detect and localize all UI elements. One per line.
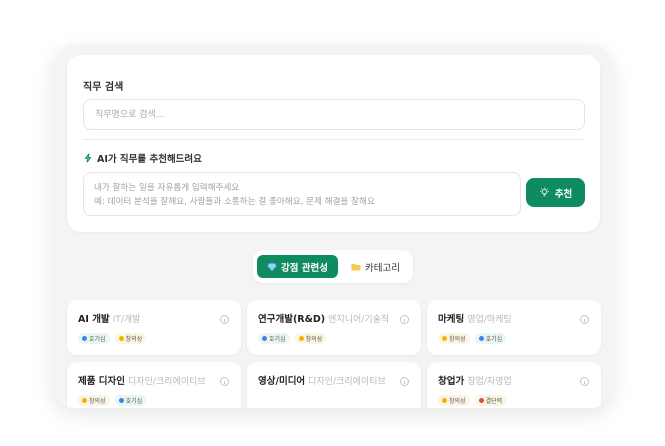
job-header: 연구개발(R&D) 엔지니어/기술직 [258, 313, 397, 327]
lightbulb-icon [82, 398, 87, 403]
ai-title: AI가 직무를 추천해드려요 [83, 151, 202, 165]
job-card-entrepreneur[interactable]: 창업가 창업/자영업 창의성 결단력 [427, 362, 601, 408]
lightbulb-icon [298, 336, 304, 341]
tab-category-label: 카테고리 [365, 262, 400, 274]
tag-creativity: 창의성 [78, 395, 110, 406]
tab-strength-label: 강점 관련성 [280, 262, 328, 274]
job-category: 창업/자영업 [467, 377, 512, 387]
job-category: 영업/마케팅 [467, 315, 512, 325]
lightbulb-icon [118, 336, 124, 341]
job-header: 창업가 창업/자영업 [438, 375, 577, 389]
tag-creativity: 창의성 [114, 333, 147, 344]
tag-curiosity: 호기심 [474, 333, 507, 344]
search-title: 직무 검색 [83, 82, 124, 93]
job-card-rnd[interactable]: 연구개발(R&D) 엔지니어/기술직 호기심 창의성 [247, 300, 421, 355]
recommend-label: 추천 [554, 188, 573, 200]
tag-decisiveness: 결단력 [474, 395, 507, 406]
lightbulb-icon [442, 398, 447, 403]
tag-creativity: 창의성 [438, 395, 470, 406]
tag-curiosity: 호기심 [78, 333, 110, 344]
strength-tags: 창의성 호기심 [438, 333, 507, 344]
folder-icon [351, 263, 361, 270]
strength-tags: 창의성 호기심 [78, 395, 147, 406]
tag-label: 호기심 [125, 398, 143, 405]
job-title: AI 개발 [78, 314, 110, 325]
textarea-placeholder-line2: 예: 데이터 분석을 잘해요, 사람들과 소통하는 걸 좋아해요, 문제 해결을… [94, 197, 375, 207]
tab-strength-relevance[interactable]: 강점 관련성 [257, 255, 338, 278]
tag-curiosity: 호기심 [114, 395, 147, 406]
tag-label: 창의성 [305, 336, 323, 343]
magnifier-icon [118, 398, 124, 403]
magnifier-icon [262, 336, 267, 341]
search-card: 직무 검색 AI가 직무를 추천해드려요 내가 잘하는 일을 자유롭게 입력해주… [67, 55, 600, 232]
search-input[interactable] [83, 99, 585, 130]
strength-textarea[interactable]: 내가 잘하는 일을 자유롭게 입력해주세요 예: 데이터 분석을 잘해요, 사람… [83, 172, 521, 216]
tag-label: 호기심 [485, 336, 503, 343]
job-header: 영상/미디어 디자인/크리에이티브 [258, 375, 397, 389]
recommend-button[interactable]: 추천 [526, 178, 585, 207]
job-category: 디자인/크리에이티브 [128, 377, 206, 387]
tag-label: 호기심 [269, 336, 286, 343]
info-icon[interactable] [400, 377, 409, 386]
main-panel: 직무 검색 AI가 직무를 추천해드려요 내가 잘하는 일을 자유롭게 입력해주… [53, 45, 612, 408]
info-icon[interactable] [220, 377, 229, 386]
job-title: 창업가 [438, 376, 465, 387]
job-category: 엔지니어/기술직 [328, 315, 390, 325]
job-title: 영상/미디어 [258, 376, 306, 387]
job-card-ai-dev[interactable]: AI 개발 IT/개발 호기심 창의성 [67, 300, 241, 355]
info-icon[interactable] [580, 315, 589, 324]
divider [83, 139, 585, 140]
strength-tags: 창의성 결단력 [438, 395, 507, 406]
job-header: 제품 디자인 디자인/크리에이티브 [78, 375, 217, 389]
fire-icon [478, 398, 484, 403]
job-category: IT/개발 [112, 315, 141, 325]
info-icon[interactable] [400, 315, 409, 324]
job-header: 마케팅 영업/마케팅 [438, 313, 577, 327]
lightbulb-icon [540, 187, 549, 197]
tag-label: 창의성 [449, 336, 466, 343]
tag-label: 결단력 [485, 398, 503, 405]
job-title: 연구개발(R&D) [258, 314, 326, 325]
sparkle-icon [84, 153, 92, 163]
job-card-video-media[interactable]: 영상/미디어 디자인/크리에이티브 [247, 362, 421, 408]
sort-tabs: 강점 관련성 카테고리 [253, 250, 413, 283]
strength-tags: 호기심 창의성 [258, 333, 327, 344]
tag-label: 창의성 [89, 398, 106, 405]
magnifier-icon [478, 336, 484, 341]
info-icon[interactable] [580, 377, 589, 386]
tab-category[interactable]: 카테고리 [342, 255, 409, 278]
job-title: 마케팅 [438, 314, 465, 325]
textarea-placeholder-line1: 내가 잘하는 일을 자유롭게 입력해주세요 [94, 183, 240, 193]
job-category: 디자인/크리에이티브 [308, 377, 386, 387]
job-title: 제품 디자인 [78, 376, 126, 387]
tag-label: 호기심 [89, 336, 106, 343]
magnifier-icon [82, 336, 87, 341]
gem-icon [267, 262, 277, 271]
info-icon[interactable] [220, 315, 229, 324]
tag-label: 창의성 [125, 336, 143, 343]
tag-creativity: 창의성 [294, 333, 327, 344]
job-card-marketing[interactable]: 마케팅 영업/마케팅 창의성 호기심 [427, 300, 601, 355]
lightbulb-icon [442, 336, 447, 341]
job-card-product-design[interactable]: 제품 디자인 디자인/크리에이티브 창의성 호기심 [67, 362, 241, 408]
job-header: AI 개발 IT/개발 [78, 313, 217, 327]
tag-curiosity: 호기심 [258, 333, 290, 344]
strength-tags: 호기심 창의성 [78, 333, 147, 344]
ai-title-label: AI가 직무를 추천해드려요 [97, 154, 202, 165]
tag-creativity: 창의성 [438, 333, 470, 344]
tag-label: 창의성 [449, 398, 466, 405]
